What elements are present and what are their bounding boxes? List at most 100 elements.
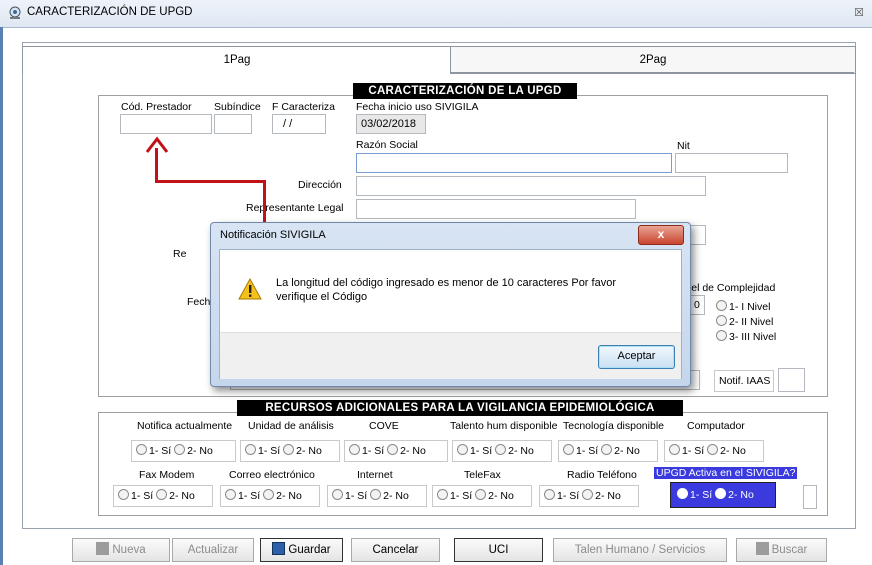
opt-no: 2- No [614,445,640,457]
notifica-radio-group[interactable]: 1- Sí 2- No [131,440,236,462]
correo-radio-group[interactable]: 1- Sí 2- No [220,485,320,507]
nivel-complejidad-label: vel de Complejidad [686,282,776,294]
dialog-message-line2: verifique el Código [276,291,368,303]
radio-icon [716,330,727,341]
title-bar: CARACTERIZACIÓN DE UPGD ☒ [0,0,872,28]
opt-si: 1- Sí [557,490,580,502]
dialog-message-line1: La longitud del código ingresado es meno… [276,277,616,289]
radio-icon [283,444,295,455]
opt-no: 2- No [383,490,409,502]
opt-si: 1- Sí [576,445,599,457]
notif-iaas-input[interactable] [778,368,805,392]
opt-si: 1- Sí [131,490,154,502]
opt-no: 2- No [400,445,426,457]
guardar-label: Guardar [288,544,331,556]
buscar-label: Buscar [771,544,808,556]
opt-no: 2- No [488,490,514,502]
nivel-option-1-label: 1- I Nivel [729,301,771,313]
opt-no: 2- No [296,445,322,457]
subindice-label: Subíndice [214,101,261,113]
nit-label: Nit [677,140,690,152]
nivel-option-3-label: 3- III Nivel [729,331,777,343]
opt-si: 1- Sí [238,490,261,502]
fax-radio-group[interactable]: 1- Sí 2- No [113,485,213,507]
partial-label-re: Re [173,248,187,260]
opt-no: 2- No [508,445,534,457]
talento-radio-group[interactable]: 1- Sí 2- No [452,440,552,462]
dialog-title: Notificación SIVIGILA [220,229,326,241]
razon-social-input[interactable] [356,153,672,173]
radio-telefono-label: Radio Teléfono [567,469,637,481]
tab-2pag-label: 2Pag [639,54,667,66]
dialog-close-button[interactable]: x [638,225,684,245]
radio-icon [136,444,147,455]
subindice-input[interactable] [214,114,252,134]
tecnologia-label: Tecnología disponible [563,420,664,432]
radio-icon [563,444,574,455]
uci-label: UCI [488,544,509,556]
window-title: CARACTERIZACIÓN DE UPGD [27,6,193,18]
radio-icon [118,489,129,500]
talento-label: Talento hum disponible [450,420,558,432]
fecha-inicio-field[interactable]: 03/02/2018 [356,114,426,134]
nueva-button[interactable]: Nueva [72,538,170,562]
new-icon [96,542,110,555]
opt-si: 1- Sí [470,445,493,457]
nivel-option-2-label: 2- II Nivel [729,316,774,328]
radio-icon [716,315,727,326]
opt-si: 1- Sí [690,489,713,501]
guardar-button[interactable]: Guardar [260,538,343,562]
app-icon [8,6,22,20]
tab-1pag[interactable]: 1Pag [22,46,452,74]
uci-button[interactable]: UCI [454,538,543,562]
radio-icon [457,444,468,455]
buscar-button[interactable]: Buscar [736,538,827,562]
radio-icon [263,489,275,500]
tab-2pag[interactable]: 2Pag [450,46,856,74]
dialog-ok-button[interactable]: Aceptar [598,345,675,369]
radio-icon [716,300,727,311]
left-border [0,27,3,565]
upgd-activa-label: UPGD Activa en el SIVIGILA? [654,467,798,479]
radio-icon [475,489,487,500]
radio-icon [332,489,343,500]
opt-si: 1- Sí [258,445,281,457]
radio-telefono-radio-group[interactable]: 1- Sí 2- No [539,485,639,507]
window-close-button[interactable]: ☒ [848,4,870,22]
save-icon [272,542,286,555]
fax-modem-label: Fax Modem [139,469,195,481]
cove-radio-group[interactable]: 1- Sí 2- No [344,440,448,462]
nivel-value-field[interactable]: 0 [689,295,705,315]
radio-icon [349,444,360,455]
telefax-radio-group[interactable]: 1- Sí 2- No [432,485,532,507]
nivel-option-2[interactable]: 2- II Nivel [716,315,773,328]
actualizar-label: Actualizar [187,544,239,556]
actualizar-button[interactable]: Actualizar [172,538,254,562]
internet-radio-group[interactable]: 1- Sí 2- No [327,485,427,507]
opt-si: 1- Sí [149,445,172,457]
upgd-activa-radio-group[interactable]: 1- Sí 2- No [670,482,776,508]
tecnologia-radio-group[interactable]: 1- Sí 2- No [558,440,658,462]
direccion-input[interactable] [356,176,706,196]
f-caracteriza-input[interactable]: / / [272,114,326,134]
computador-radio-group[interactable]: 1- Sí 2- No [664,440,764,462]
unidad-radio-group[interactable]: 1- Sí 2- No [240,440,340,462]
cod-prestador-input[interactable] [120,114,212,134]
razon-social-label: Razón Social [356,139,418,151]
radio-icon [387,444,399,455]
radio-icon [174,444,186,455]
representante-input[interactable] [356,199,636,219]
partial-label-fech: Fech [187,296,211,308]
nivel-option-1[interactable]: 1- I Nivel [716,300,770,313]
radio-icon [495,444,507,455]
direccion-label: Dirección [298,179,342,191]
nit-input[interactable] [675,153,788,173]
opt-no: 2- No [187,445,213,457]
talento-humano-button[interactable]: Talen Humano / Servicios [553,538,727,562]
upgd-extra-field[interactable] [803,485,817,509]
dialog-body: La longitud del código ingresado es meno… [219,249,682,379]
radio-icon [669,444,680,455]
fecha-inicio-label: Fecha inicio uso SIVIGILA [356,101,479,113]
cancelar-button[interactable]: Cancelar [351,538,440,562]
nivel-option-3[interactable]: 3- III Nivel [716,330,776,343]
